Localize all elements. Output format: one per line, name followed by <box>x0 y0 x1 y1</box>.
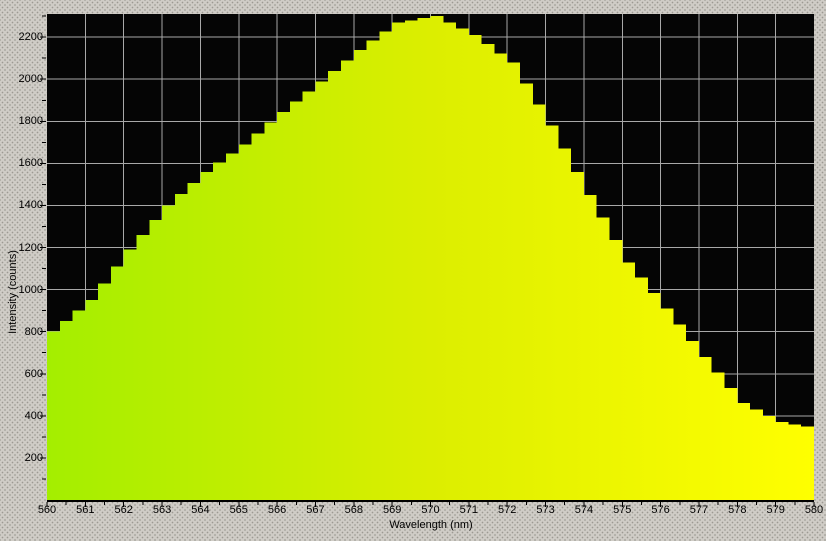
plot-area <box>40 14 815 507</box>
x-tick-label: 570 <box>421 504 440 516</box>
x-tick-label: 580 <box>804 504 824 516</box>
y-tick-label: 800 <box>24 325 43 338</box>
x-tick-label: 565 <box>229 504 248 516</box>
y-tick-label: 1800 <box>18 115 43 128</box>
y-tick-label: 200 <box>24 451 43 464</box>
x-tick-label: 571 <box>459 504 479 516</box>
y-tick-label: 2000 <box>18 73 43 86</box>
x-tick-label: 563 <box>152 504 172 516</box>
y-tick-label: 1400 <box>18 199 43 212</box>
x-tick-label: 579 <box>766 504 785 516</box>
x-tick-label: 576 <box>651 504 670 516</box>
x-tick-label: 560 <box>37 504 57 516</box>
y-tick-label: 2200 <box>18 31 43 44</box>
x-tick-label: 569 <box>382 504 402 516</box>
x-tick-label: 561 <box>76 504 95 516</box>
y-tick-label: 600 <box>24 367 43 380</box>
x-tick-label: 575 <box>613 504 632 516</box>
y-tick-label: 1000 <box>18 283 43 296</box>
y-tick-label: 1600 <box>18 157 43 170</box>
x-tick-label: 578 <box>728 504 747 516</box>
x-tick-label: 562 <box>114 504 133 516</box>
x-tick-label: 567 <box>306 504 325 516</box>
x-tick-label: 568 <box>344 504 363 516</box>
x-tick-label: 566 <box>267 504 287 516</box>
y-tick-label: 400 <box>24 409 43 422</box>
x-tick-label: 573 <box>536 504 555 516</box>
x-tick-label: 574 <box>574 504 594 516</box>
x-axis-title: Wavelength (nm) <box>389 519 473 531</box>
spectrum-chart-window: Intensity (counts) 200 400 600 800 1000 1200 1… <box>0 0 826 541</box>
y-tick-label: 1200 <box>18 241 43 254</box>
x-tick-label: 572 <box>498 504 517 516</box>
x-tick-label: 577 <box>689 504 709 516</box>
x-tick-label: 564 <box>191 504 210 516</box>
